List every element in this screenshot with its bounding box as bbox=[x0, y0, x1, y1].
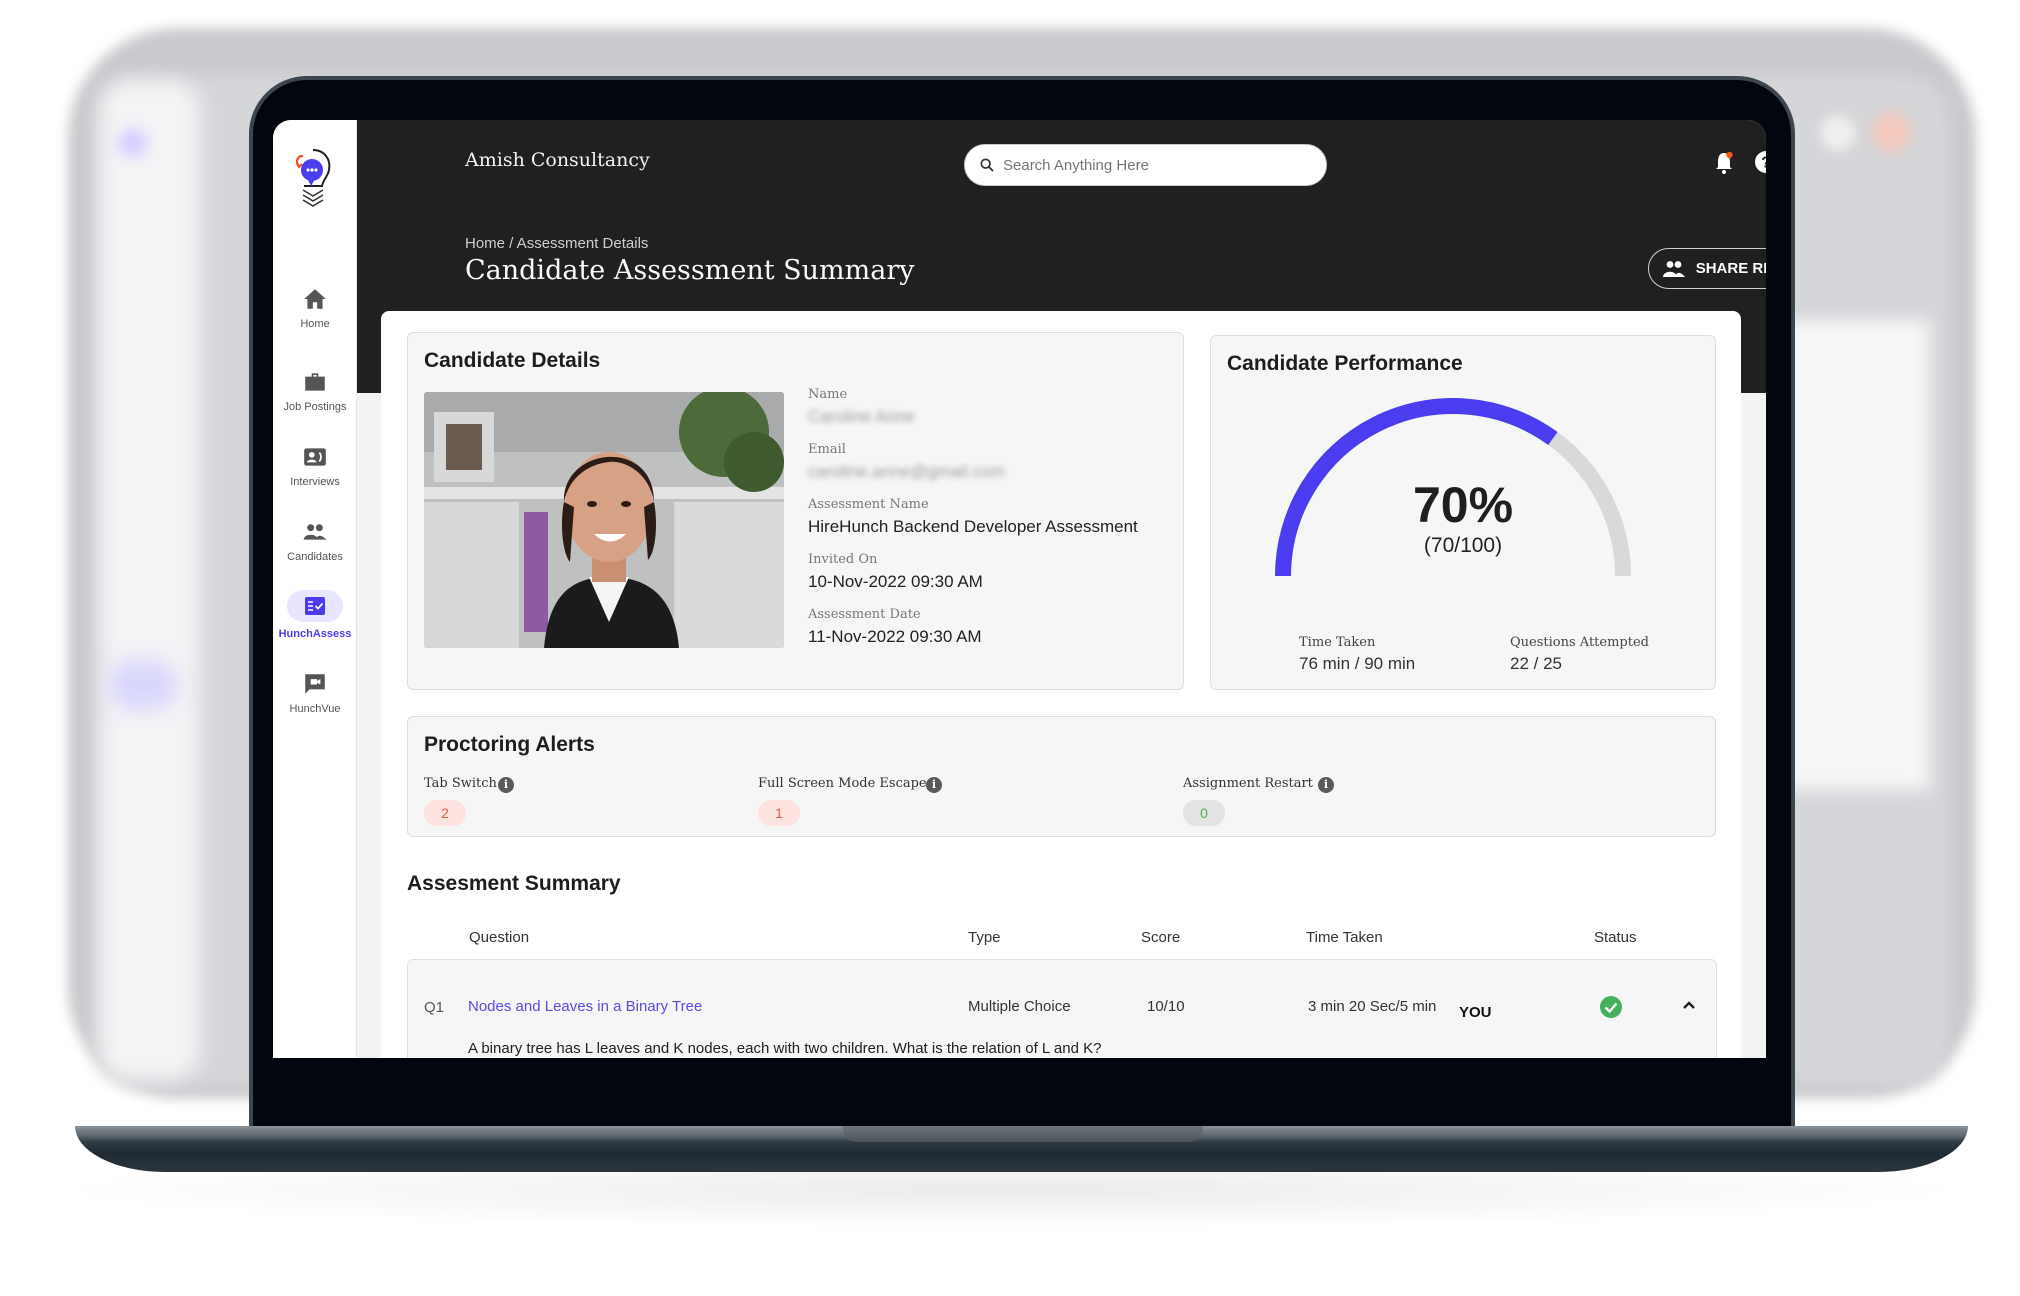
background-dot bbox=[1872, 112, 1912, 152]
laptop-hinge-notch bbox=[843, 1126, 1203, 1142]
background-sidebar-blurred bbox=[100, 80, 200, 1080]
question-type: Multiple Choice bbox=[968, 998, 1071, 1015]
question-number: Q1 bbox=[424, 999, 445, 1016]
check-circle-icon bbox=[1600, 996, 1622, 1018]
table-row[interactable]: Q1 Nodes and Leaves in a Binary Tree Mul… bbox=[407, 959, 1717, 1058]
column-header-status: Status bbox=[1594, 929, 1637, 946]
you-tag: YOU bbox=[1459, 1004, 1492, 1021]
column-header-question: Question bbox=[469, 929, 530, 946]
assessment-summary-title: Assesment Summary bbox=[407, 872, 621, 895]
column-header-time-taken: Time Taken bbox=[1306, 929, 1383, 946]
question-score: 10/10 bbox=[1147, 998, 1185, 1015]
column-header-type: Type bbox=[968, 929, 1001, 946]
question-link[interactable]: Nodes and Leaves in a Binary Tree bbox=[468, 998, 702, 1015]
column-header-score: Score bbox=[1141, 929, 1181, 946]
background-dot bbox=[1820, 115, 1856, 151]
question-description: A binary tree has L leaves and K nodes, … bbox=[468, 1040, 1102, 1057]
chevron-up-icon[interactable] bbox=[1680, 996, 1698, 1014]
background-blob bbox=[118, 128, 148, 158]
summary-clip: Assesment Summary Question Type Score Ti… bbox=[273, 120, 1766, 1058]
question-time-taken: 3 min 20 Sec/5 min bbox=[1308, 998, 1437, 1015]
background-blob bbox=[108, 660, 178, 710]
